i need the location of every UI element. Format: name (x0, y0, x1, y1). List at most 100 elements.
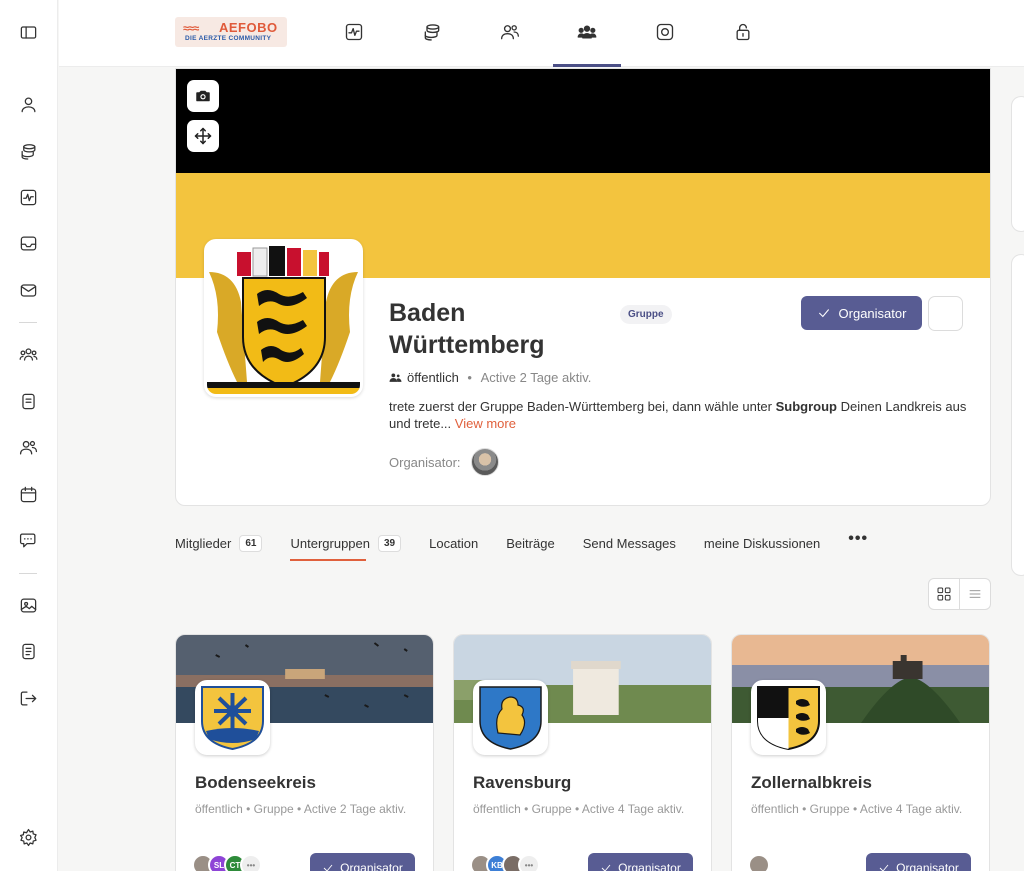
organizer-row: Organisator: (389, 448, 499, 476)
grid-view-button[interactable] (929, 579, 959, 609)
nav-friends-icon[interactable] (498, 20, 522, 44)
tab-my-discussions[interactable]: meine Diskussionen (704, 533, 820, 553)
button-label: Organisator (896, 861, 959, 871)
group-activity: Active 2 Tage aktiv. (480, 370, 592, 385)
settings-icon[interactable] (17, 826, 39, 848)
nav-lock-icon[interactable] (731, 20, 755, 44)
coins-icon[interactable] (17, 140, 39, 162)
tab-posts[interactable]: Beiträge (506, 533, 554, 553)
tab-members[interactable]: Mitglieder 61 (175, 533, 263, 553)
organizer-label: Organisator: (389, 454, 461, 470)
more-members-avatar[interactable]: ••• (240, 854, 262, 871)
logo-brand: AEFOBO (219, 20, 278, 35)
nav-active-indicator (553, 64, 621, 67)
group-type-badge: Gruppe (620, 305, 672, 324)
coat-of-arms-image (207, 242, 360, 394)
group-description: trete zuerst der Gruppe Baden-Württember… (389, 398, 979, 432)
description-bold: Subgroup (775, 399, 837, 414)
view-mode-toggle (928, 578, 991, 610)
document-icon[interactable] (17, 390, 39, 412)
subgroup-member-avatars (748, 854, 770, 871)
reposition-cover-button[interactable] (187, 120, 219, 152)
cover-image-top (176, 69, 990, 173)
button-label: Organisator (618, 861, 681, 871)
sidebar-toggle-icon[interactable] (17, 21, 39, 43)
logout-icon[interactable] (17, 687, 39, 709)
tab-location[interactable]: Location (429, 533, 478, 553)
nav-activity-icon[interactable] (342, 20, 366, 44)
check-icon (601, 864, 611, 871)
subgroup-meta: öffentlich • Gruppe • Active 2 Tage akti… (195, 802, 407, 816)
public-group-icon (389, 373, 402, 382)
nav-camera-icon[interactable] (653, 20, 677, 44)
logo-tagline: DIE AERZTE COMMUNITY (185, 35, 272, 42)
inbox-icon[interactable] (17, 232, 39, 254)
subgroup-name: Bodenseekreis (195, 773, 316, 792)
tab-label: Location (429, 535, 479, 551)
more-members-avatar[interactable]: ••• (518, 854, 540, 871)
tab-more-button[interactable]: ••• (848, 529, 868, 549)
subgroup-organizer-button[interactable]: Organisator (588, 853, 693, 871)
nav-groups-icon[interactable] (575, 20, 599, 44)
subgroup-crest (195, 680, 270, 755)
description-text: trete zuerst der Gruppe Baden-Württember… (389, 399, 776, 414)
groups-icon[interactable] (17, 343, 39, 365)
tab-send-messages[interactable]: Send Messages (583, 533, 676, 553)
tab-label: Mitglieder (175, 535, 232, 551)
group-options-button[interactable] (928, 296, 963, 331)
check-icon (879, 864, 889, 871)
list-icon (969, 590, 981, 598)
camera-icon (196, 90, 210, 102)
tab-count-badge: 61 (239, 534, 263, 552)
subgroup-organizer-button[interactable]: Organisator (866, 853, 971, 871)
grid-icon (937, 587, 951, 601)
rail-divider (19, 573, 37, 574)
check-icon (323, 864, 333, 871)
organizer-avatar[interactable] (470, 448, 499, 476)
group-header-card: Baden Württemberg Gruppe Organisator öff… (175, 68, 991, 506)
subgroup-card[interactable]: Zollernalbkreis öffentlich • Gruppe • Ac… (731, 634, 990, 871)
subgroup-card[interactable]: Bodenseekreis öffentlich • Gruppe • Acti… (175, 634, 434, 871)
move-icon (194, 127, 212, 145)
rail-divider (19, 322, 37, 323)
profile-icon[interactable] (17, 93, 39, 115)
tab-subgroups[interactable]: Untergruppen 39 (290, 533, 402, 561)
subgroup-name: Zollernalbkreis (751, 773, 872, 792)
tab-label: Send Messages (582, 535, 676, 551)
tab-count-badge: 39 (377, 534, 402, 552)
notes-icon[interactable] (17, 640, 39, 662)
logo-waves-icon: ≈≈≈ (183, 23, 199, 35)
subgroup-member-avatars: KB ••• (470, 854, 540, 871)
list-view-button[interactable] (959, 579, 990, 609)
view-more-link[interactable]: View more (455, 416, 516, 431)
tab-label: Beiträge (506, 535, 555, 551)
activity-icon[interactable] (17, 186, 39, 208)
subgroup-card[interactable]: Ravensburg öffentlich • Gruppe • Active … (453, 634, 712, 871)
right-panel-partial (1011, 254, 1024, 576)
right-panel-partial (1011, 96, 1024, 232)
subgroup-member-avatars: SL CT ••• (192, 854, 262, 871)
tab-label: Untergruppen (290, 535, 370, 551)
subgroup-meta: öffentlich • Gruppe • Active 4 Tage akti… (473, 802, 685, 816)
subgroup-organizer-button[interactable]: Organisator (310, 853, 415, 871)
meta-separator: • (463, 370, 476, 385)
change-cover-button[interactable] (187, 80, 219, 112)
top-navigation-bar: ≈≈≈ AEFOBO DIE AERZTE COMMUNITY (59, 0, 1024, 67)
member-avatar[interactable] (748, 854, 770, 871)
site-logo[interactable]: ≈≈≈ AEFOBO DIE AERZTE COMMUNITY (175, 17, 287, 47)
subgroup-name: Ravensburg (473, 773, 572, 792)
calendar-icon[interactable] (17, 483, 39, 505)
group-tabs: Mitglieder 61 Untergruppen 39 Location Bei… (175, 530, 896, 561)
group-visibility: öffentlich (407, 370, 459, 385)
subgroup-crest (473, 680, 548, 755)
organizer-status-button[interactable]: Organisator (801, 296, 922, 330)
chat-icon[interactable] (17, 529, 39, 551)
friends-icon[interactable] (17, 436, 39, 458)
subgroup-meta: öffentlich • Gruppe • Active 4 Tage akti… (751, 802, 963, 816)
mail-icon[interactable] (17, 279, 39, 301)
photos-icon[interactable] (17, 594, 39, 616)
left-icon-rail (0, 0, 58, 871)
nav-coins-icon[interactable] (420, 20, 444, 44)
group-meta: öffentlich • Active 2 Tage aktiv. (389, 370, 591, 385)
subgroup-crest (751, 680, 826, 755)
